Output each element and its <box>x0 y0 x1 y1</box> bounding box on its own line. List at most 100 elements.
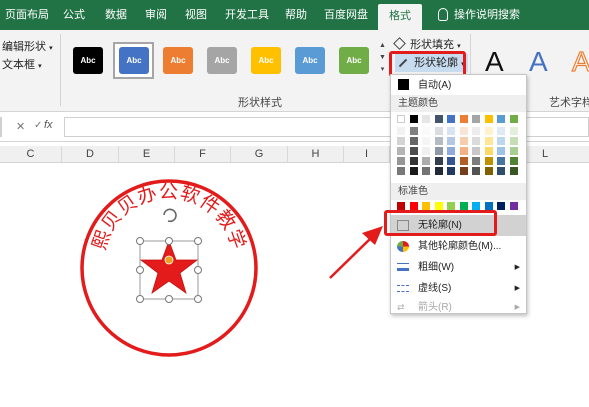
theme-color-cell[interactable] <box>422 147 430 155</box>
theme-color-cell[interactable] <box>484 127 493 135</box>
theme-color-cell[interactable] <box>434 157 443 165</box>
theme-color-cell[interactable] <box>497 137 505 145</box>
tab-formulas[interactable]: 公式 <box>58 0 90 30</box>
style-swatch-light-blue[interactable]: Abc <box>295 47 325 74</box>
resize-handle-s[interactable] <box>165 295 173 303</box>
tab-data[interactable]: 数据 <box>100 0 132 30</box>
menu-item-weight[interactable]: 粗细(W) ▶ <box>391 257 526 278</box>
theme-color-cell[interactable] <box>409 115 418 123</box>
theme-color-cell[interactable] <box>459 167 468 175</box>
tab-developer[interactable]: 开发工具 <box>222 0 272 30</box>
theme-color-cell[interactable] <box>509 157 518 165</box>
theme-color-cell[interactable] <box>472 147 480 155</box>
standard-color-cell[interactable] <box>397 202 405 210</box>
theme-color-cell[interactable] <box>509 167 518 175</box>
theme-color-cell[interactable] <box>472 137 480 145</box>
tab-review[interactable]: 审阅 <box>140 0 172 30</box>
theme-color-cell[interactable] <box>422 115 430 123</box>
resize-handle-n[interactable] <box>165 237 173 245</box>
standard-color-cell[interactable] <box>509 202 518 210</box>
theme-color-cell[interactable] <box>447 157 455 165</box>
theme-color-cell[interactable] <box>434 147 443 155</box>
gallery-more-icon[interactable]: ▾ <box>378 64 387 76</box>
theme-color-cell[interactable] <box>397 137 405 145</box>
tab-format[interactable]: 格式 <box>378 4 422 30</box>
column-header-h[interactable]: H <box>288 146 344 163</box>
theme-color-cell[interactable] <box>472 167 480 175</box>
tell-me-search[interactable]: 操作说明搜索 <box>454 0 528 30</box>
theme-color-cell[interactable] <box>484 157 493 165</box>
theme-color-cell[interactable] <box>509 127 518 135</box>
theme-color-cell[interactable] <box>422 157 430 165</box>
text-box-button[interactable]: 文本框 ▾ <box>2 56 42 72</box>
theme-color-cell[interactable] <box>459 157 468 165</box>
theme-color-cell[interactable] <box>409 167 418 175</box>
theme-color-cell[interactable] <box>434 115 443 123</box>
theme-color-cell[interactable] <box>397 115 405 123</box>
style-swatch-black[interactable]: Abc <box>73 47 103 74</box>
theme-color-cell[interactable] <box>434 137 443 145</box>
theme-color-cell[interactable] <box>484 115 493 123</box>
theme-color-cell[interactable] <box>447 147 455 155</box>
theme-color-cell[interactable] <box>409 127 418 135</box>
standard-color-cell[interactable] <box>422 202 430 210</box>
theme-color-cell[interactable] <box>484 147 493 155</box>
column-header-i[interactable]: I <box>344 146 390 163</box>
column-header-f[interactable]: F <box>175 146 231 163</box>
standard-color-cell[interactable] <box>409 202 418 210</box>
tab-help[interactable]: 帮助 <box>280 0 312 30</box>
theme-color-cell[interactable] <box>497 157 505 165</box>
theme-color-cell[interactable] <box>434 167 443 175</box>
theme-color-cell[interactable] <box>447 127 455 135</box>
menu-item-more-colors[interactable]: 其他轮廓颜色(M)... <box>391 236 526 257</box>
standard-color-cell[interactable] <box>459 202 468 210</box>
theme-color-cell[interactable] <box>509 147 518 155</box>
wordart-style-blue[interactable]: A <box>529 46 548 78</box>
menu-item-arrows[interactable]: ⇄ 箭头(R) ▶ <box>391 297 526 318</box>
column-header-c[interactable]: C <box>0 146 62 163</box>
menu-item-automatic[interactable]: 自动(A) <box>391 75 526 96</box>
theme-color-cell[interactable] <box>397 127 405 135</box>
theme-color-cell[interactable] <box>397 147 405 155</box>
style-swatch-gold[interactable]: Abc <box>251 47 281 74</box>
adjust-handle[interactable] <box>164 255 174 265</box>
scroll-up-icon[interactable]: ▲ <box>378 40 387 52</box>
theme-color-cell[interactable] <box>422 127 430 135</box>
theme-color-cell[interactable] <box>447 167 455 175</box>
theme-color-cell[interactable] <box>459 127 468 135</box>
theme-color-cell[interactable] <box>484 137 493 145</box>
theme-color-cell[interactable] <box>497 167 505 175</box>
standard-color-cell[interactable] <box>472 202 480 210</box>
tab-page-layout[interactable]: 页面布局 <box>4 0 50 30</box>
theme-color-cell[interactable] <box>459 115 468 123</box>
star-shape[interactable] <box>139 239 199 294</box>
column-header-e[interactable]: E <box>119 146 175 163</box>
theme-color-cell[interactable] <box>472 157 480 165</box>
shape-fill-button[interactable]: 形状填充 ▾ <box>393 36 461 52</box>
theme-color-cell[interactable] <box>497 115 505 123</box>
wordart-style-orange-outline[interactable]: A <box>571 45 589 78</box>
resize-handle-nw[interactable] <box>136 237 144 245</box>
theme-color-cell[interactable] <box>509 115 518 123</box>
theme-color-cell[interactable] <box>459 147 468 155</box>
theme-color-cell[interactable] <box>447 137 455 145</box>
theme-color-cell[interactable] <box>409 157 418 165</box>
theme-color-cell[interactable] <box>397 167 405 175</box>
resize-handle-e[interactable] <box>194 266 202 274</box>
gallery-scroll[interactable]: ▲ ▼ ▾ <box>378 40 387 90</box>
resize-handle-sw[interactable] <box>136 295 144 303</box>
theme-color-cell[interactable] <box>409 147 418 155</box>
column-header-l[interactable]: L <box>527 146 563 163</box>
theme-color-cell[interactable] <box>422 137 430 145</box>
theme-color-cell[interactable] <box>509 137 518 145</box>
enter-icon[interactable]: ✓ <box>34 120 42 131</box>
standard-color-cell[interactable] <box>484 202 493 210</box>
standard-color-cell[interactable] <box>447 202 455 210</box>
theme-color-cell[interactable] <box>472 115 480 123</box>
resize-handle-ne[interactable] <box>194 237 202 245</box>
standard-color-cell[interactable] <box>497 202 505 210</box>
theme-color-cell[interactable] <box>497 147 505 155</box>
theme-color-cell[interactable] <box>434 127 443 135</box>
insert-function-button[interactable]: fx <box>44 119 53 131</box>
scroll-down-icon[interactable]: ▼ <box>378 52 387 64</box>
